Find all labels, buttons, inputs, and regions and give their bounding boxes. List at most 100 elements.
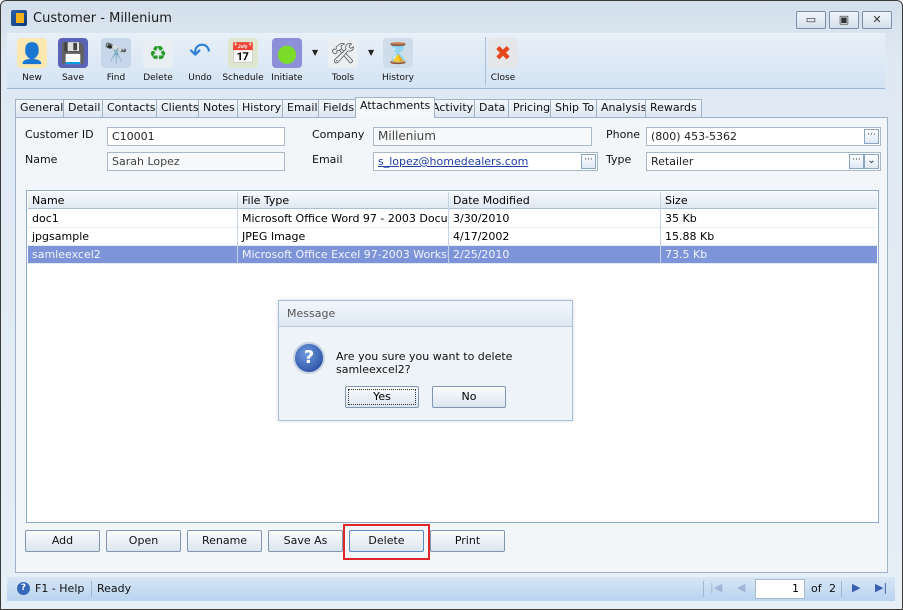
tab-data[interactable]: Data: [474, 99, 511, 117]
tab-fields[interactable]: Fields: [318, 99, 360, 117]
total-pages: 2: [829, 582, 836, 595]
cell-file-type: Microsoft Office Word 97 - 2003 Document: [238, 210, 449, 228]
close-label: Close: [490, 73, 516, 83]
column-header-size[interactable]: Size: [661, 192, 878, 210]
tab-attachments[interactable]: Attachments: [355, 97, 436, 118]
cell-name: doc1: [28, 210, 238, 228]
traffic-light-icon: ●: [272, 38, 302, 68]
grid-header: Name File Type Date Modified Size: [28, 192, 878, 210]
column-header-file-type[interactable]: File Type: [238, 192, 449, 210]
cell-name: samleexcel2: [28, 246, 238, 264]
dialog-title: Message: [279, 301, 572, 327]
minimize-button[interactable]: ▭: [796, 11, 826, 29]
email-label: Email: [312, 153, 343, 166]
rename-button[interactable]: Rename: [187, 530, 262, 552]
first-page-icon[interactable]: |◀: [710, 581, 722, 594]
prev-page-icon[interactable]: ◀: [737, 581, 745, 594]
type-value: Retailer: [651, 155, 694, 168]
yes-button[interactable]: Yes: [345, 386, 419, 408]
help-icon[interactable]: ?: [17, 582, 30, 595]
type-label: Type: [606, 153, 632, 166]
tab-ship-to[interactable]: Ship To: [550, 99, 600, 117]
cell-date-modified: 4/17/2002: [449, 228, 661, 246]
cell-date-modified: 2/25/2010: [449, 246, 661, 264]
tab-notes[interactable]: Notes: [198, 99, 240, 117]
email-field[interactable]: s_lopez@homedealers.com ···: [373, 152, 598, 171]
cell-size: 73.5 Kb: [665, 248, 708, 261]
of-label: of: [811, 582, 822, 595]
delete-highlight-box: [343, 524, 430, 560]
help-label[interactable]: F1 - Help: [35, 582, 84, 595]
question-icon: ?: [293, 342, 325, 374]
title-bar: Customer - Millenium ▭ ▣ ✕: [1, 1, 902, 33]
binoculars-icon: 🔭: [101, 38, 131, 68]
close-button[interactable]: ✖ Close: [481, 35, 525, 87]
email-link[interactable]: s_lopez@homedealers.com: [378, 155, 528, 168]
cell-file-type: JPEG Image: [238, 228, 449, 246]
tools-dropdown-arrow[interactable]: ▼: [368, 48, 374, 57]
app-icon: [11, 10, 27, 26]
last-page-icon[interactable]: ▶|: [875, 581, 887, 594]
tools-icon: 🛠: [328, 38, 358, 68]
email-ellipsis-button[interactable]: ···: [581, 154, 596, 169]
status-text: Ready: [97, 582, 132, 595]
close-window-icon: ✖: [488, 38, 518, 68]
add-button[interactable]: Add: [25, 530, 100, 552]
status-bar: ? F1 - Help Ready |◀ ◀ 1 of 2 ▶ ▶|: [7, 577, 895, 601]
initiate-button[interactable]: ● Initiate: [265, 35, 309, 87]
company-field[interactable]: Millenium: [373, 127, 592, 146]
nav-separator: [703, 581, 704, 597]
company-label: Company: [312, 128, 365, 141]
no-button[interactable]: No: [432, 386, 506, 408]
type-field[interactable]: Retailer ··· ⌄: [646, 152, 881, 171]
status-separator: [91, 581, 92, 597]
window-title: Customer - Millenium: [33, 11, 172, 26]
maximize-button[interactable]: ▣: [829, 11, 859, 29]
type-ellipsis-button[interactable]: ···: [849, 154, 864, 169]
tab-email[interactable]: Email: [282, 99, 323, 117]
initiate-label: Initiate: [271, 73, 303, 83]
new-customer-icon: 👤: [17, 38, 47, 68]
tab-history[interactable]: History: [237, 99, 287, 117]
phone-value: (800) 453-5362: [651, 130, 738, 143]
name-label: Name: [25, 153, 58, 166]
history-label: History: [381, 73, 415, 83]
tab-general[interactable]: General: [15, 99, 69, 117]
message-dialog: Message ? Are you sure you want to delet…: [278, 300, 573, 421]
close-window-button[interactable]: ✕: [862, 11, 892, 29]
open-button[interactable]: Open: [106, 530, 181, 552]
customer-id-label: Customer ID: [25, 128, 94, 141]
type-dropdown-button[interactable]: ⌄: [864, 154, 879, 169]
cell-file-type: Microsoft Office Excel 97-2003 Worksheet: [238, 246, 449, 264]
table-row[interactable]: jpgsample JPEG Image 4/17/2002 15.88 Kb: [28, 228, 877, 246]
tab-detail[interactable]: Detail: [63, 99, 106, 117]
page-number-input[interactable]: 1: [755, 579, 805, 599]
history-button[interactable]: ⌛ History: [376, 35, 420, 87]
undo-arrow-icon: ↶: [189, 38, 211, 68]
dialog-message: Are you sure you want to delete samleexc…: [336, 350, 513, 376]
recycle-bin-icon: ♻: [143, 38, 173, 68]
table-row-selected[interactable]: samleexcel2 Microsoft Office Excel 97-20…: [28, 246, 877, 264]
table-row[interactable]: doc1 Microsoft Office Word 97 - 2003 Doc…: [28, 210, 877, 228]
tools-label: Tools: [331, 73, 355, 83]
phone-ellipsis-button[interactable]: ···: [864, 129, 879, 144]
cell-size: 35 Kb: [665, 212, 697, 225]
tab-analysis[interactable]: Analysis: [596, 99, 652, 117]
print-button[interactable]: Print: [430, 530, 505, 552]
customer-id-field[interactable]: C10001: [107, 127, 285, 146]
tab-clients[interactable]: Clients: [156, 99, 204, 117]
tab-contacts[interactable]: Contacts: [102, 99, 161, 117]
cell-size: 15.88 Kb: [665, 230, 715, 243]
column-header-date-modified[interactable]: Date Modified: [449, 192, 661, 210]
user-hourglass-icon: ⌛: [383, 38, 413, 68]
initiate-dropdown-arrow[interactable]: ▼: [312, 48, 318, 57]
phone-field[interactable]: (800) 453-5362 ···: [646, 127, 881, 146]
tab-rewards[interactable]: Rewards: [645, 99, 702, 117]
tools-button[interactable]: 🛠 Tools: [321, 35, 365, 87]
name-field[interactable]: Sarah Lopez: [107, 152, 285, 171]
save-as-button[interactable]: Save As: [268, 530, 343, 552]
phone-label: Phone: [606, 128, 641, 141]
next-page-icon[interactable]: ▶: [852, 581, 860, 594]
column-header-name[interactable]: Name: [28, 192, 238, 210]
tab-pricing[interactable]: Pricing: [508, 99, 556, 117]
